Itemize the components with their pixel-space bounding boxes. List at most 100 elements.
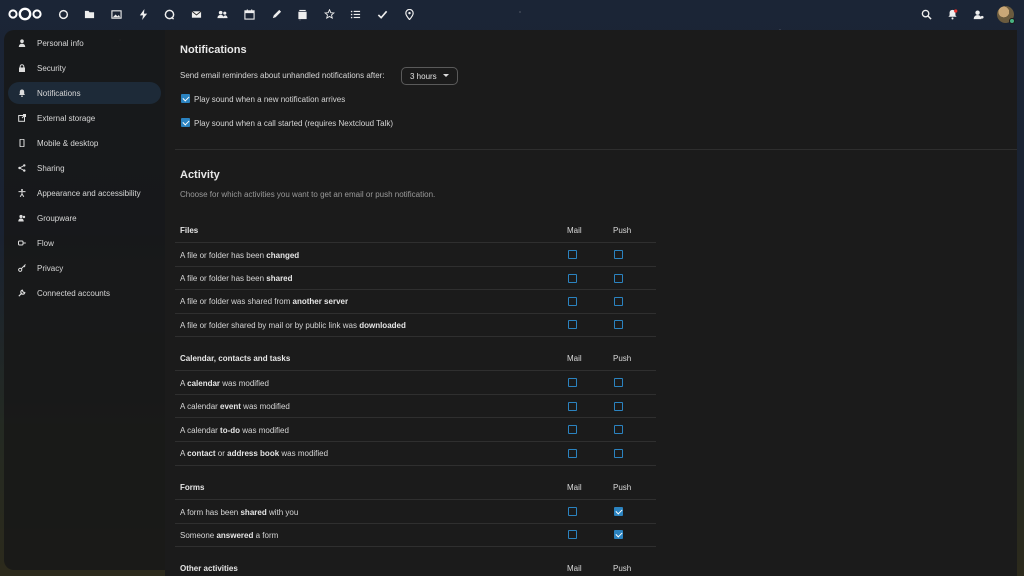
mail-checkbox[interactable] xyxy=(568,507,577,516)
notifications-icon[interactable] xyxy=(939,0,965,28)
row-text: A file or folder has been xyxy=(180,274,267,283)
top-bar xyxy=(0,0,1024,28)
column-push: Push xyxy=(613,226,632,235)
column-push: Push xyxy=(613,483,632,492)
activity-row-form-answered: Someone answered a form xyxy=(180,531,278,540)
activity-icon[interactable] xyxy=(130,0,157,28)
contacts-menu-icon[interactable] xyxy=(965,0,991,28)
mail-checkbox[interactable] xyxy=(568,378,577,387)
sidebar-item-external-storage[interactable]: External storage xyxy=(8,107,161,129)
activity-row-form-shared: A form has been shared with you xyxy=(180,508,298,517)
activity-heading: Activity xyxy=(180,169,220,181)
sound-call-label[interactable]: Play sound when a call started (requires… xyxy=(194,119,393,128)
mail-checkbox[interactable] xyxy=(568,274,577,283)
mail-checkbox[interactable] xyxy=(568,297,577,306)
push-checkbox[interactable] xyxy=(614,274,623,283)
sound-call-checkbox[interactable] xyxy=(181,118,190,127)
sidebar-item-label: Sharing xyxy=(37,163,65,173)
search-icon[interactable] xyxy=(913,0,939,28)
notifications-heading: Notifications xyxy=(180,44,247,56)
push-checkbox[interactable] xyxy=(614,297,623,306)
push-checkbox[interactable] xyxy=(614,402,623,411)
row-text: A file or folder was shared from xyxy=(180,297,293,306)
row-divider xyxy=(175,266,656,267)
row-text-bold: contact xyxy=(187,449,216,458)
nextcloud-logo[interactable] xyxy=(8,6,42,22)
wrench-icon xyxy=(18,288,32,298)
column-mail: Mail xyxy=(567,226,582,235)
row-text: a form xyxy=(253,531,279,540)
sidebar-item-connected-accounts[interactable]: Connected accounts xyxy=(8,282,161,304)
push-checkbox[interactable] xyxy=(614,378,623,387)
push-checkbox[interactable] xyxy=(614,425,623,434)
mail-checkbox[interactable] xyxy=(568,250,577,259)
row-text: A calendar xyxy=(180,402,221,411)
mail-checkbox[interactable] xyxy=(568,320,577,329)
key-icon xyxy=(18,263,32,273)
tasks-icon[interactable] xyxy=(343,0,370,28)
person-icon xyxy=(18,38,32,48)
push-checkbox[interactable] xyxy=(614,530,623,539)
sidebar-item-notifications[interactable]: Notifications xyxy=(8,82,161,104)
notes-icon[interactable] xyxy=(263,0,290,28)
chevron-down-icon xyxy=(443,74,449,77)
row-divider xyxy=(175,417,656,418)
row-text-bold: to-do xyxy=(220,426,241,435)
sidebar-item-label: Privacy xyxy=(37,263,64,273)
sound-notification-checkbox[interactable] xyxy=(181,94,190,103)
contacts-icon[interactable] xyxy=(210,0,237,28)
dashboard-icon[interactable] xyxy=(50,0,77,28)
mail-checkbox[interactable] xyxy=(568,449,577,458)
photos-icon[interactable] xyxy=(103,0,130,28)
sidebar-item-mobile-desktop[interactable]: Mobile & desktop xyxy=(8,132,161,154)
sidebar-item-privacy[interactable]: Privacy xyxy=(8,257,161,279)
user-avatar[interactable] xyxy=(997,5,1015,24)
row-divider xyxy=(175,523,656,524)
app-menu xyxy=(50,0,422,28)
bell-icon xyxy=(18,88,32,98)
activity-row-public-download: A file or folder shared by mail or by pu… xyxy=(180,321,406,330)
sidebar-item-sharing[interactable]: Sharing xyxy=(8,157,161,179)
checklist-icon[interactable] xyxy=(369,0,396,28)
mail-checkbox[interactable] xyxy=(568,425,577,434)
talk-icon[interactable] xyxy=(156,0,183,28)
group-header-files: Files xyxy=(180,226,199,235)
maps-icon[interactable] xyxy=(396,0,423,28)
sidebar-item-label: External storage xyxy=(37,113,96,123)
reminder-select[interactable]: 3 hours xyxy=(401,67,458,85)
sidebar-item-label: Groupware xyxy=(37,213,77,223)
push-checkbox[interactable] xyxy=(614,507,623,516)
mail-checkbox[interactable] xyxy=(568,402,577,411)
sidebar-item-groupware[interactable]: Groupware xyxy=(8,207,161,229)
activity-row-event: A calendar event was modified xyxy=(180,402,290,411)
row-text: or xyxy=(215,449,228,458)
mail-checkbox[interactable] xyxy=(568,530,577,539)
sidebar-item-appearance[interactable]: Appearance and accessibility xyxy=(8,182,161,204)
row-text: was modified xyxy=(279,449,329,458)
push-checkbox[interactable] xyxy=(614,449,623,458)
row-divider xyxy=(175,394,656,395)
row-text: was modified xyxy=(240,402,290,411)
sound-notification-label[interactable]: Play sound when a new notification arriv… xyxy=(194,95,345,104)
sidebar-item-security[interactable]: Security xyxy=(8,57,161,79)
column-push: Push xyxy=(613,564,632,573)
deck-icon[interactable] xyxy=(289,0,316,28)
calendar-icon[interactable] xyxy=(236,0,263,28)
row-text-bold: downloaded xyxy=(359,321,406,330)
mail-icon[interactable] xyxy=(183,0,210,28)
settings-content: Notifications Send email reminders about… xyxy=(165,30,1017,576)
files-icon[interactable] xyxy=(77,0,104,28)
sidebar-item-personal-info[interactable]: Personal info xyxy=(8,32,161,54)
push-checkbox[interactable] xyxy=(614,320,623,329)
row-text-bold: shared xyxy=(240,508,267,517)
reminder-value: 3 hours xyxy=(410,71,437,81)
sidebar-item-flow[interactable]: Flow xyxy=(8,232,161,254)
row-divider xyxy=(175,313,656,314)
push-checkbox[interactable] xyxy=(614,250,623,259)
row-text: was modified xyxy=(240,426,289,435)
row-divider xyxy=(175,499,656,500)
row-text: Someone xyxy=(180,531,217,540)
activity-row-contact: A contact or address book was modified xyxy=(180,449,328,458)
settings-sidebar: Personal info Security Notifications Ext… xyxy=(4,30,165,570)
app-store-icon[interactable] xyxy=(316,0,343,28)
